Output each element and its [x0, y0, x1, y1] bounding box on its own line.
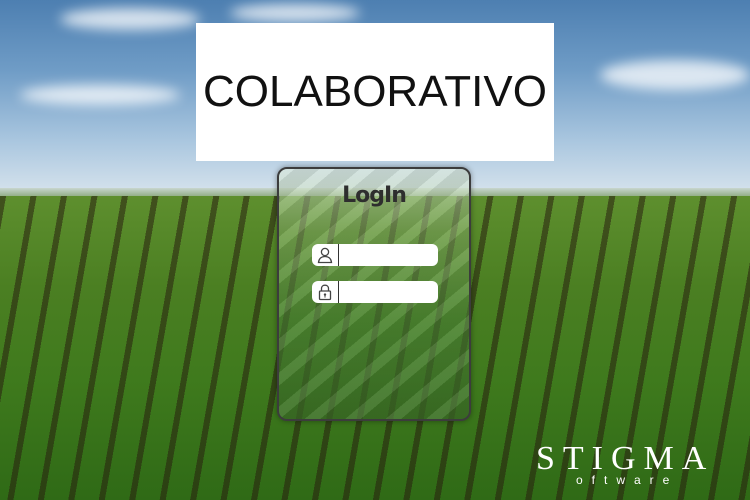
cloud: [600, 60, 750, 90]
lock-icon: [312, 281, 339, 303]
brand-name: STIGMA: [536, 440, 715, 477]
login-title: LogIn: [342, 183, 407, 208]
user-icon: [312, 244, 339, 266]
username-input[interactable]: [339, 245, 438, 265]
username-field[interactable]: [312, 244, 438, 266]
page-title: COLABORATIVO: [203, 67, 547, 116]
title-banner: COLABORATIVO: [196, 23, 554, 161]
cloud: [20, 85, 180, 105]
cloud: [230, 4, 360, 22]
brand-subtitle: oftware: [576, 473, 679, 487]
password-input[interactable]: [339, 282, 438, 302]
cloud: [60, 8, 200, 30]
stigma-software-logo: STIGMA oftware: [536, 440, 728, 488]
login-panel: LogIn: [277, 167, 471, 421]
password-field[interactable]: [312, 281, 438, 303]
